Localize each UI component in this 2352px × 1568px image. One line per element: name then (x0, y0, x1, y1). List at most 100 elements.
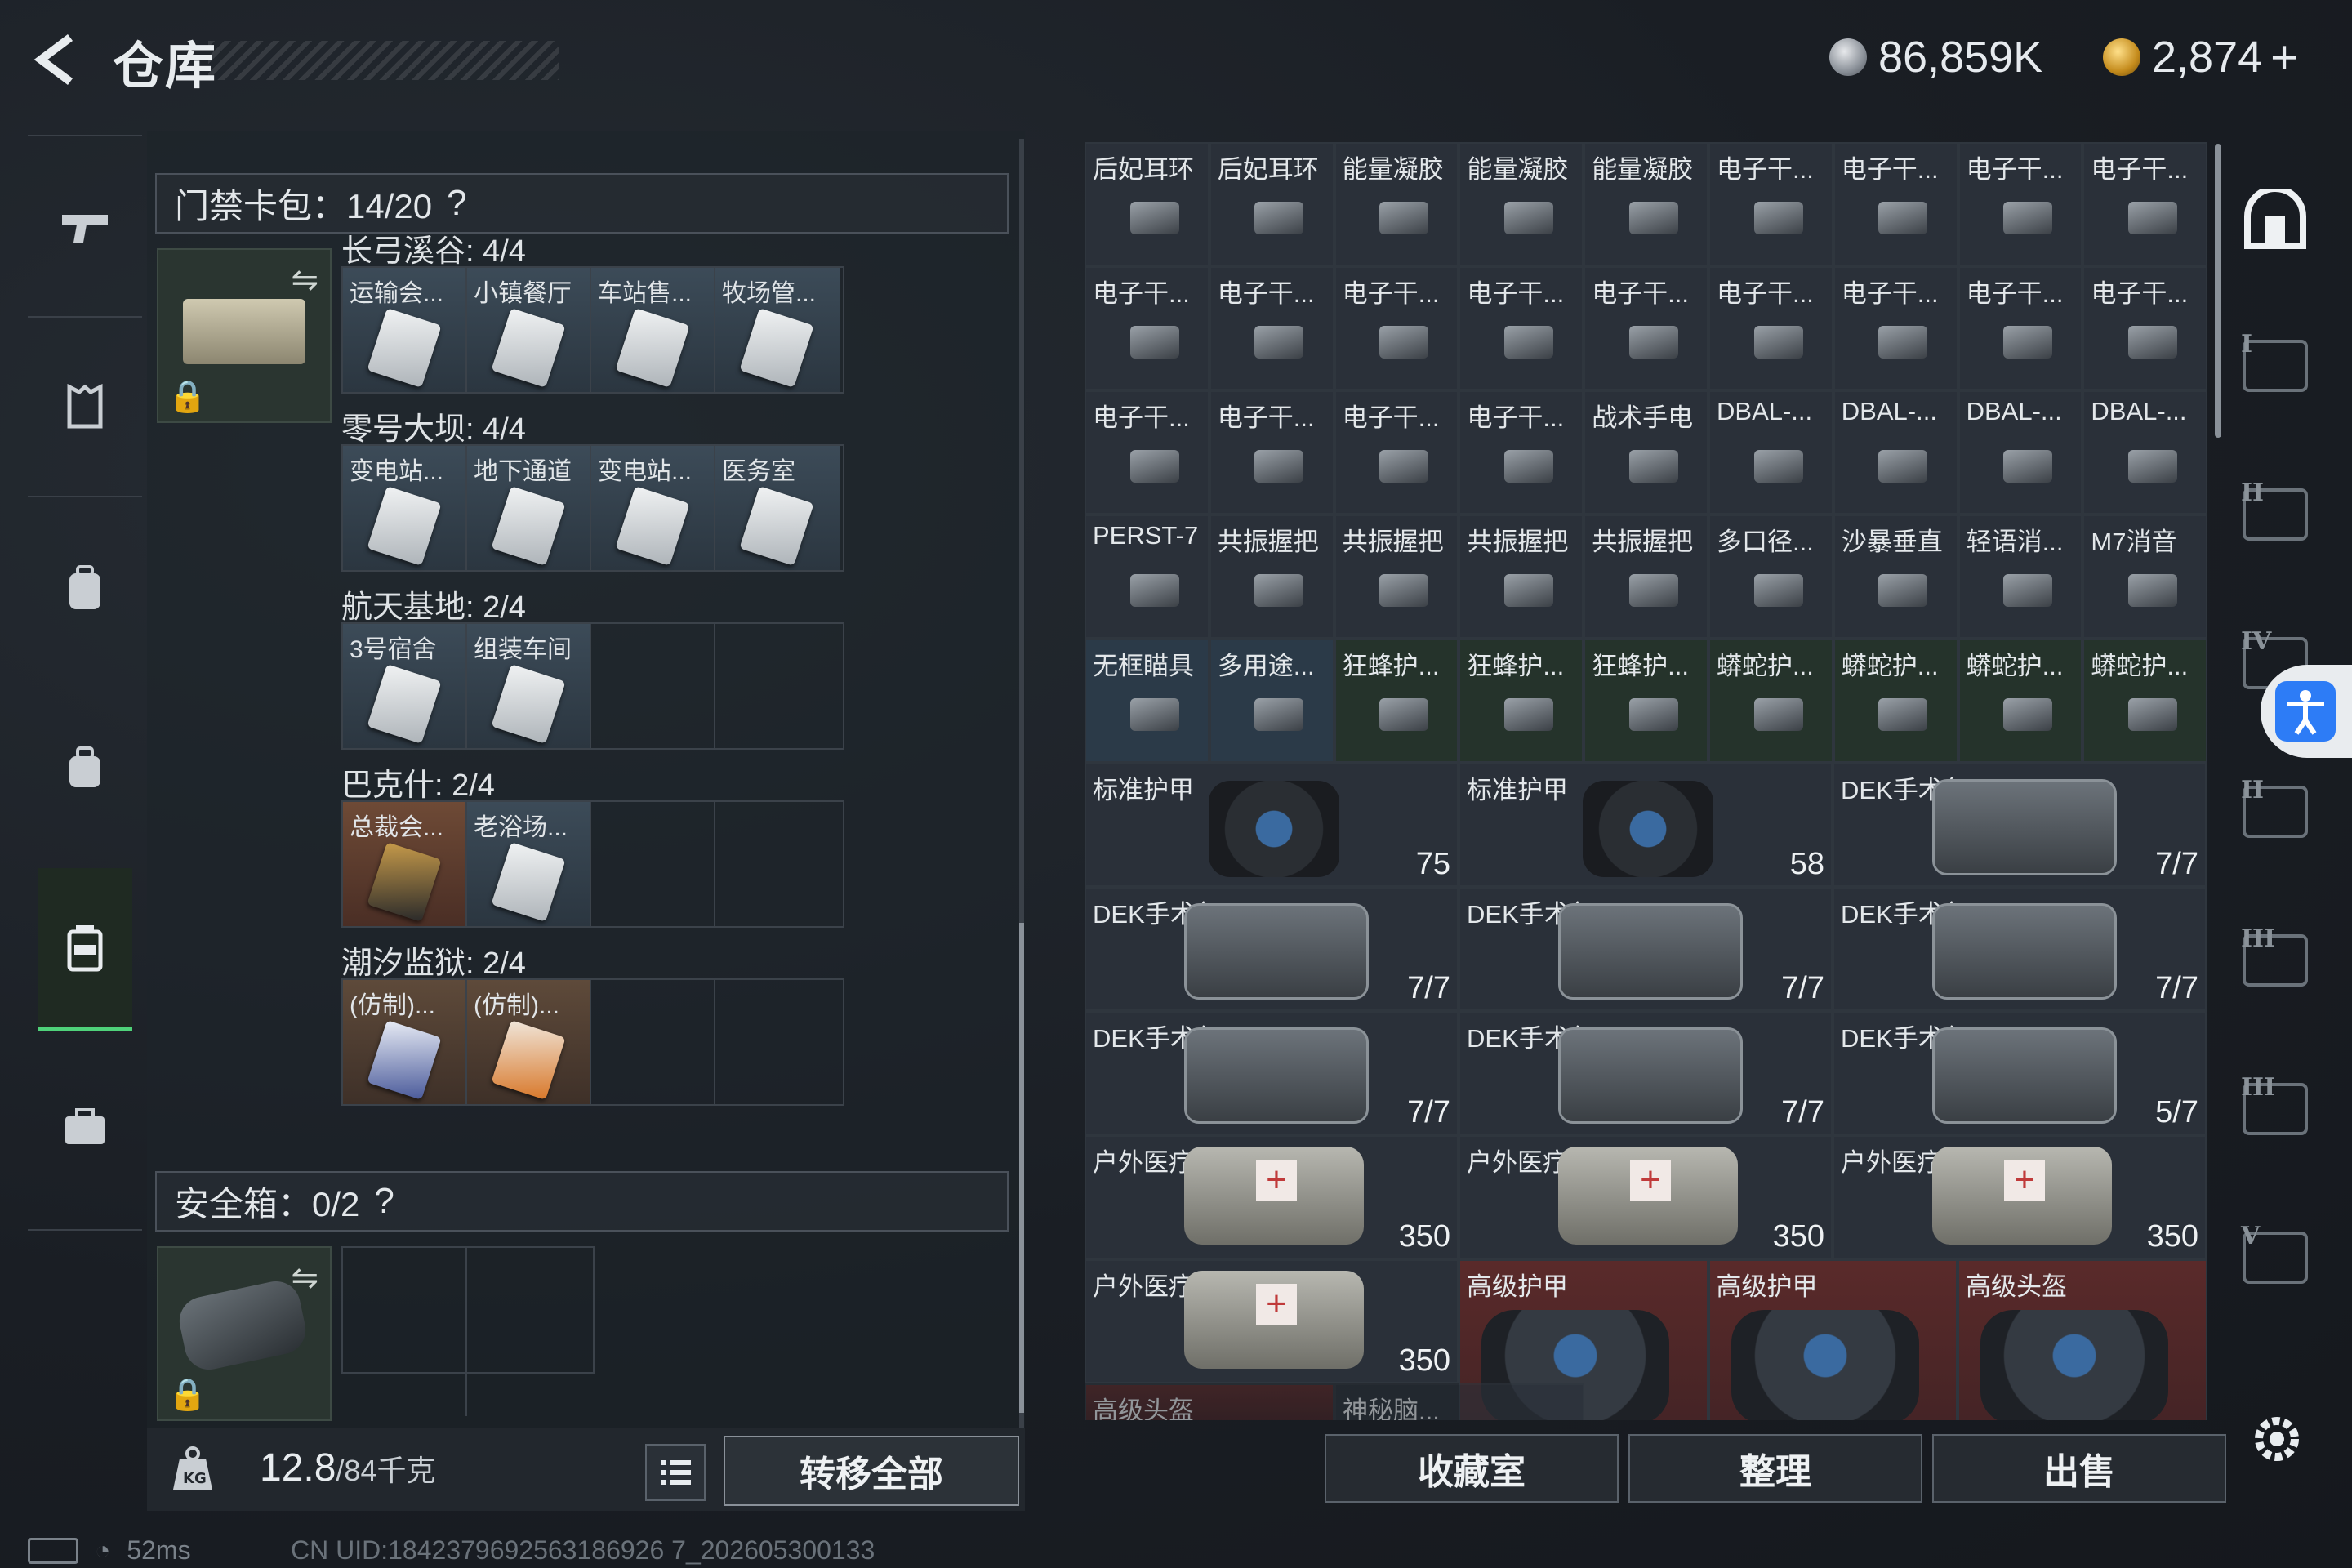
inventory-item[interactable]: 电子干... (1209, 266, 1334, 390)
warehouse-tab[interactable]: III (2234, 1068, 2316, 1150)
inventory-item[interactable]: 无框瞄具 (1085, 639, 1209, 763)
inventory-item[interactable]: 共振握把 (1334, 514, 1459, 639)
inventory-item[interactable]: 电子干... (1334, 266, 1459, 390)
inventory-item[interactable]: 共振握把 (1584, 514, 1708, 639)
empty-keycard-slot[interactable] (591, 624, 715, 748)
warehouse-home-icon[interactable] (2234, 178, 2316, 260)
inventory-item[interactable]: DBAL-... (1708, 390, 1833, 514)
empty-keycard-slot[interactable] (591, 802, 715, 926)
accessibility-button[interactable] (2261, 665, 2352, 758)
inventory-item-large[interactable]: DEK手术包 7/7 (1085, 1011, 1459, 1135)
nav-briefcase[interactable] (38, 1082, 132, 1172)
nav-gun[interactable] (38, 182, 132, 272)
nav-backpack[interactable] (38, 543, 132, 633)
keycard-slot[interactable]: (仿制)... (467, 980, 591, 1104)
keycard-slot[interactable]: 运输会... (343, 268, 467, 392)
warehouse-tab[interactable]: II (2234, 771, 2316, 853)
inventory-item[interactable]: 能量凝胶 (1584, 142, 1708, 266)
inventory-item[interactable]: 蟒蛇护... (1708, 639, 1833, 763)
inventory-item-rare[interactable]: 高级头盔 (1958, 1259, 2207, 1420)
settings-gear-icon[interactable] (2247, 1410, 2306, 1468)
inventory-item-large[interactable]: DEK手术包 7/7 (1085, 887, 1459, 1011)
inventory-item[interactable]: DBAL-... (2082, 390, 2208, 514)
keycard-slot[interactable]: 变电站... (343, 446, 467, 570)
help-icon[interactable]: ? (374, 1181, 394, 1222)
sell-button[interactable]: 出售 (1932, 1434, 2226, 1503)
inventory-item[interactable]: 多用途... (1209, 639, 1334, 763)
inventory-item[interactable]: 后妃耳环 (1209, 142, 1334, 266)
inventory-item-large[interactable]: DEK手术包 7/7 (1833, 887, 2207, 1011)
inventory-item[interactable]: 电子干... (1459, 266, 1584, 390)
inventory-item[interactable]: 电子干... (1958, 142, 2083, 266)
inventory-item-large[interactable]: DEK手术包 7/7 (1459, 1011, 1833, 1135)
transfer-all-button[interactable]: 转移全部 (724, 1436, 1019, 1506)
inventory-item[interactable]: 后妃耳环 (1085, 142, 1209, 266)
inventory-item-large[interactable]: DEK手术包 7/7 (1833, 763, 2207, 887)
inventory-item[interactable]: DBAL-... (1958, 390, 2083, 514)
safe-box-slot[interactable] (467, 1248, 591, 1416)
inventory-item-large[interactable]: 标准护甲 75 (1085, 763, 1459, 887)
grid-scrollbar[interactable] (2215, 144, 2221, 438)
lock-icon[interactable]: 🔒 (168, 1377, 207, 1413)
warehouse-tab[interactable]: I (2234, 325, 2316, 407)
back-arrow-icon[interactable] (29, 31, 87, 88)
inventory-item-large[interactable]: DEK手术包 5/7 (1833, 1011, 2207, 1135)
keycard-slot[interactable]: 牧场管... (715, 268, 840, 392)
keycard-slot[interactable]: 医务室 (715, 446, 840, 570)
inventory-item[interactable]: DBAL-... (1833, 390, 1958, 514)
inventory-item[interactable]: 蟒蛇护... (1833, 639, 1958, 763)
keycard-slot[interactable]: 小镇餐厅 (467, 268, 591, 392)
warehouse-tab[interactable]: III (2234, 920, 2316, 1001)
inventory-item-partial[interactable]: 高级头盔 (1085, 1383, 1334, 1420)
inventory-item[interactable]: 电子干... (1085, 266, 1209, 390)
inventory-item[interactable]: 电子干... (1958, 266, 2083, 390)
inventory-item-partial[interactable]: 神秘脑... (1334, 1383, 1584, 1420)
inventory-item[interactable]: 蟒蛇护... (2082, 639, 2208, 763)
inventory-item[interactable]: 电子干... (2082, 142, 2208, 266)
keycard-slot[interactable]: 3号宿舍 (343, 624, 467, 748)
keycard-slot[interactable]: 总裁会... (343, 802, 467, 926)
inventory-item[interactable]: 狂蜂护... (1459, 639, 1584, 763)
empty-keycard-slot[interactable] (715, 624, 840, 748)
nav-keycard-case[interactable] (38, 868, 132, 1031)
inventory-item[interactable]: 电子干... (1833, 142, 1958, 266)
inventory-item[interactable]: 电子干... (1209, 390, 1334, 514)
inventory-item[interactable]: 电子干... (1833, 266, 1958, 390)
keycard-slot[interactable]: 变电站... (591, 446, 715, 570)
keycard-slot[interactable]: 老浴场... (467, 802, 591, 926)
currency-silver[interactable]: 86,859K (1829, 24, 2042, 90)
empty-keycard-slot[interactable] (715, 802, 840, 926)
empty-keycard-slot[interactable] (591, 980, 715, 1104)
keycard-slot[interactable]: 地下通道 (467, 446, 591, 570)
inventory-item-large[interactable]: 户外医疗箱 +350 (1459, 1135, 1833, 1259)
sort-button[interactable]: 整理 (1628, 1434, 1922, 1503)
collection-room-button[interactable]: 收藏室 (1325, 1434, 1619, 1503)
left-scroll-track[interactable] (1019, 139, 1024, 1429)
help-icon[interactable]: ? (447, 183, 466, 224)
add-currency-icon[interactable]: + (2270, 30, 2298, 85)
inventory-item[interactable]: 轻语消... (1958, 514, 2083, 639)
inventory-item[interactable]: 多口径... (1708, 514, 1833, 639)
inventory-item[interactable]: 共振握把 (1459, 514, 1584, 639)
inventory-item[interactable]: 电子干... (1334, 390, 1459, 514)
safe-box-container[interactable]: ⇋ 🔒 (157, 1246, 332, 1421)
inventory-item[interactable]: 电子干... (1708, 266, 1833, 390)
inventory-item[interactable]: PERST-7 (1085, 514, 1209, 639)
inventory-item[interactable]: 电子干... (1085, 390, 1209, 514)
inventory-item[interactable]: 电子干... (1708, 142, 1833, 266)
inventory-item[interactable]: 战术手电 (1584, 390, 1708, 514)
inventory-item[interactable]: 狂蜂护... (1334, 639, 1459, 763)
inventory-item[interactable]: 电子干... (1584, 266, 1708, 390)
left-scrollbar[interactable] (1019, 923, 1024, 1413)
keycard-slot[interactable]: 组装车间 (467, 624, 591, 748)
inventory-item[interactable]: 沙暴垂直 (1833, 514, 1958, 639)
nav-armor[interactable] (38, 362, 132, 452)
inventory-item[interactable]: M7消音 (2082, 514, 2208, 639)
nav-bag[interactable] (38, 723, 132, 813)
keycard-pack-container[interactable]: ⇋ 🔒 (157, 248, 332, 423)
keycard-slot[interactable]: 车站售... (591, 268, 715, 392)
inventory-item-large[interactable]: 标准护甲 58 (1459, 763, 1833, 887)
list-view-button[interactable] (645, 1444, 706, 1501)
warehouse-tab[interactable]: II (2234, 474, 2316, 555)
warehouse-tab[interactable]: V (2234, 1217, 2316, 1298)
